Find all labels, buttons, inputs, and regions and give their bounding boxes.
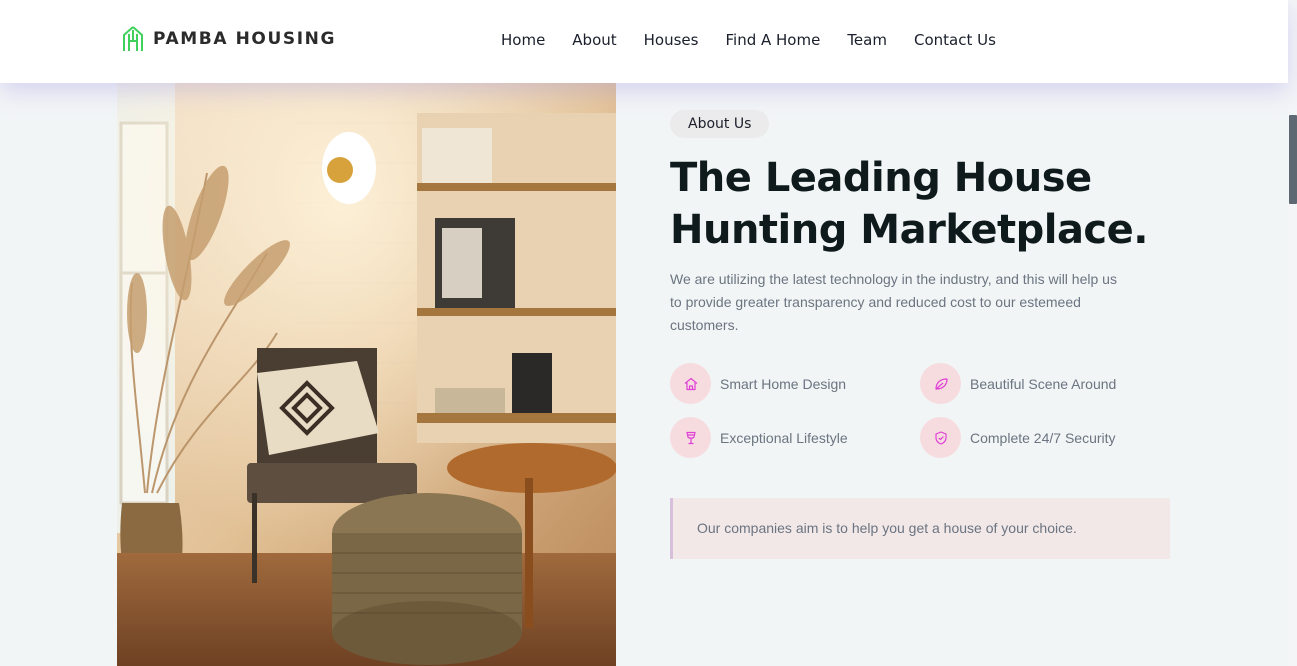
- mission-quote: Our companies aim is to help you get a h…: [670, 498, 1170, 559]
- navbar: PAMBA HOUSING Home About Houses Find A H…: [0, 0, 1288, 83]
- feature-exceptional-lifestyle: Exceptional Lifestyle: [670, 417, 848, 458]
- nav-about[interactable]: About: [572, 31, 616, 49]
- feature-label: Beautiful Scene Around: [970, 375, 1117, 392]
- feature-icon-badge: [670, 363, 711, 404]
- nav-home[interactable]: Home: [501, 31, 545, 49]
- page-title: The Leading House Hunting Marketplace.: [670, 152, 1190, 256]
- feature-icon-badge: [920, 417, 961, 458]
- nav-houses[interactable]: Houses: [644, 31, 699, 49]
- feature-label: Smart Home Design: [720, 375, 847, 392]
- scrollbar-track[interactable]: [1288, 0, 1297, 666]
- feature-label: Complete 24/7 Security: [970, 429, 1116, 446]
- headline-line-1: The Leading House: [670, 155, 1092, 201]
- feature-smart-home-design: Smart Home Design: [670, 363, 846, 404]
- feature-label: Exceptional Lifestyle: [720, 429, 848, 446]
- home-icon: [684, 377, 697, 390]
- scrollbar-thumb[interactable]: [1289, 115, 1297, 204]
- interior-illustration: [117, 83, 616, 666]
- shield-icon: [934, 430, 947, 445]
- about-us-tag: About Us: [670, 110, 770, 138]
- headline-line-2: Hunting Marketplace.: [670, 207, 1148, 253]
- feature-icon-badge: [670, 417, 711, 458]
- brand-logo[interactable]: PAMBA HOUSING: [122, 26, 336, 52]
- house-h-logo-icon: [123, 26, 143, 51]
- feature-beautiful-scene: Beautiful Scene Around: [920, 363, 1116, 404]
- brand-name: PAMBA HOUSING: [153, 29, 337, 49]
- nav-find-a-home[interactable]: Find A Home: [725, 31, 820, 49]
- leaf-icon: [934, 377, 948, 390]
- interior-photo: [117, 83, 616, 666]
- nav-team[interactable]: Team: [847, 31, 887, 49]
- feature-complete-security: Complete 24/7 Security: [920, 417, 1116, 458]
- nav-contact-us[interactable]: Contact Us: [914, 31, 996, 49]
- about-description: We are utilizing the latest technology i…: [670, 271, 1117, 333]
- feature-icon-badge: [920, 363, 961, 404]
- wine-glass-icon: [685, 431, 696, 444]
- main-nav: Home About Houses Find A Home Team Conta…: [501, 31, 1023, 49]
